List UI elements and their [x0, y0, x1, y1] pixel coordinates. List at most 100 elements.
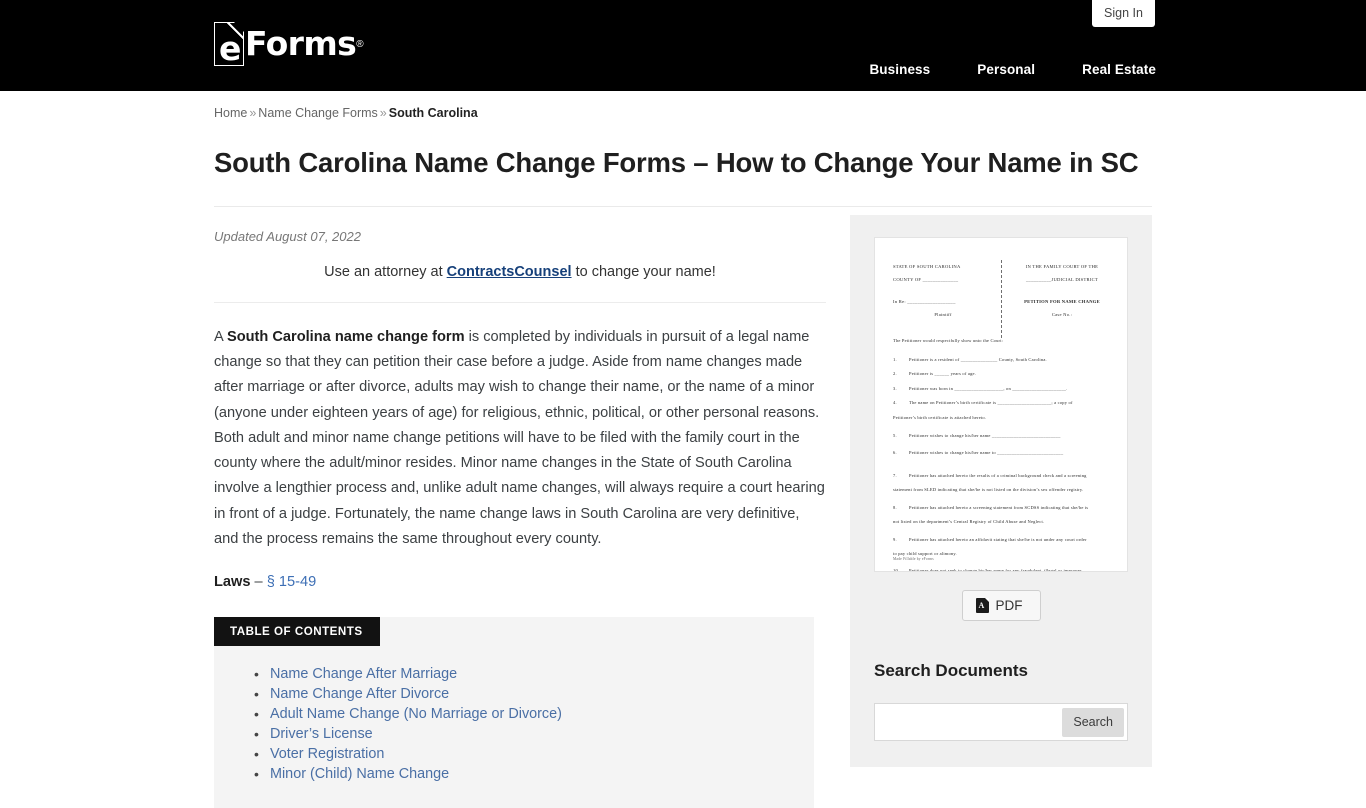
- paragraph-lead: A: [214, 328, 227, 345]
- site-header: Sign In e Forms ® Business Personal Real…: [0, 0, 1366, 91]
- contractscounsel-link[interactable]: ContractsCounsel: [447, 264, 572, 280]
- doc-item-number: 3.: [893, 385, 897, 391]
- list-item: Name Change After Divorce: [254, 684, 814, 704]
- search-submit-button[interactable]: Search: [1062, 707, 1124, 737]
- laws-line: Laws – § 15-49: [214, 552, 826, 595]
- doc-item-number: 6.: [893, 450, 897, 456]
- nav-item-business[interactable]: Business: [869, 62, 930, 77]
- toc-list: Name Change After Marriage Name Change A…: [214, 646, 814, 784]
- search-form: Search: [874, 702, 1128, 741]
- document-preview-thumbnail[interactable]: STATE OF SOUTH CAROLINA COUNTY OF ______…: [874, 236, 1128, 572]
- doc-item: 7. Petitioner has attached hereto the res…: [893, 470, 1109, 481]
- paragraph-rest: is completed by individuals in pursuit o…: [214, 328, 825, 547]
- doc-item: 4. The name on Petitioner’s birth certifi…: [893, 397, 1109, 408]
- breadcrumb-current: South Carolina: [388, 106, 478, 120]
- toc-link-name-change-after-marriage[interactable]: Name Change After Marriage: [270, 666, 457, 682]
- doc-item-text: Petitioner does not seek to change his/h…: [909, 568, 1082, 572]
- doc-item-text: Petitioner has attached hereto an affida…: [909, 536, 1087, 542]
- search-documents-section: Search Documents Search: [850, 638, 1152, 767]
- document-header-left: STATE OF SOUTH CAROLINA COUNTY OF ______…: [893, 260, 1001, 321]
- doc-item-continued: statement from SLED indicating that she/…: [893, 487, 1084, 493]
- nav-item-personal[interactable]: Personal: [977, 62, 1035, 77]
- doc-item-text: The name on Petitioner’s birth certifica…: [909, 400, 1073, 406]
- breadcrumb-name-change-forms[interactable]: Name Change Forms: [258, 106, 378, 120]
- doc-item-number: 10.: [893, 568, 900, 572]
- document-page-icon: e: [214, 21, 245, 68]
- doc-item: 1. Petitioner is a resident of __________…: [893, 354, 1109, 365]
- toc-link-minor-child-name-change[interactable]: Minor (Child) Name Change: [270, 766, 449, 782]
- doc-court-line: IN THE FAMILY COURT OF THE: [1025, 263, 1099, 269]
- sidebar: STATE OF SOUTH CAROLINA COUNTY OF ______…: [850, 207, 1152, 767]
- doc-item-number: 7.: [893, 472, 897, 478]
- doc-plaintiff-line: Plaintiff: [934, 311, 952, 317]
- eforms-logo[interactable]: e Forms ®: [214, 21, 364, 68]
- doc-item-text: Petitioner was born in _________________…: [909, 385, 1068, 391]
- doc-item-number: 1.: [893, 357, 897, 363]
- doc-item: 9. Petitioner has attached hereto an affi…: [893, 534, 1109, 545]
- main-column: Updated August 07, 2022 Use an attorney …: [214, 207, 826, 808]
- doc-item: 2. Petitioner is ______ years of age.: [893, 368, 1109, 379]
- document-header-divider: [1001, 259, 1002, 338]
- doc-item-text: Petitioner has attached hereto the resul…: [909, 472, 1087, 478]
- doc-spacer: [893, 286, 993, 295]
- document-footer-credit: Made Fillable by eForms: [893, 556, 934, 561]
- doc-item: 8. Petitioner has attached hereto a scree…: [893, 502, 1109, 513]
- toc-link-voter-registration[interactable]: Voter Registration: [270, 746, 384, 762]
- document-body: The Petitioner would respectfully show u…: [893, 335, 1109, 572]
- doc-item-text: Petitioner is ______ years of age.: [909, 371, 977, 377]
- sign-in-button[interactable]: Sign In: [1092, 0, 1155, 27]
- list-item: Name Change After Marriage: [254, 664, 814, 684]
- pdf-download-button[interactable]: A PDF: [961, 589, 1041, 621]
- breadcrumb-separator: »: [249, 106, 257, 120]
- logo-letter-e: e: [219, 29, 241, 68]
- doc-district-line: __________JUDICIAL DISTRICT: [1025, 276, 1099, 282]
- page-title: South Carolina Name Change Forms – How t…: [214, 147, 1139, 178]
- doc-item: 3. Petitioner was born in _______________…: [893, 383, 1109, 394]
- content-columns: Updated August 07, 2022 Use an attorney …: [214, 207, 1152, 808]
- page-body: Home» Name Change Forms» South Carolina So…: [0, 91, 1366, 808]
- breadcrumb: Home» Name Change Forms» South Carolina: [214, 91, 1366, 120]
- doc-in-re-line: In Re: ___________________: [893, 298, 956, 304]
- doc-item-number: 4.: [893, 400, 897, 406]
- doc-county-line: COUNTY OF ______________: [893, 276, 959, 282]
- doc-case-no: Case No.:: [1051, 311, 1073, 317]
- list-item: Driver’s License: [254, 724, 814, 744]
- doc-item-continued: not listed on the department’s Central R…: [893, 519, 1045, 525]
- toc-link-drivers-license[interactable]: Driver’s License: [270, 726, 373, 742]
- doc-item-text: Petitioner is a resident of ____________…: [909, 357, 1047, 363]
- pdf-file-icon: A: [975, 597, 989, 613]
- document-preview-page: STATE OF SOUTH CAROLINA COUNTY OF ______…: [875, 238, 1127, 571]
- toc-heading: TABLE OF CONTENTS: [214, 617, 380, 647]
- laws-statute-link[interactable]: § 15-49: [267, 574, 317, 590]
- logo-wordmark: Forms: [245, 24, 357, 63]
- toc-link-name-change-after-divorce[interactable]: Name Change After Divorce: [270, 686, 449, 702]
- main-navigation: Business Personal Real Estate: [869, 62, 1156, 77]
- doc-item-number: 5.: [893, 433, 897, 439]
- list-item: Adult Name Change (No Marriage or Divorc…: [254, 704, 814, 724]
- nav-item-real-estate[interactable]: Real Estate: [1082, 62, 1156, 77]
- document-preview-panel: STATE OF SOUTH CAROLINA COUNTY OF ______…: [850, 214, 1152, 639]
- search-documents-heading: Search Documents: [874, 660, 1028, 680]
- updated-date: Updated August 07, 2022: [214, 228, 361, 244]
- list-item: Voter Registration: [254, 744, 814, 764]
- doc-item-text: Petitioner wishes to change his/her name…: [909, 450, 1064, 456]
- attorney-promo: Use an attorney at ContractsCounsel to c…: [214, 244, 826, 280]
- table-of-contents: TABLE OF CONTENTS Name Change After Marr…: [214, 617, 814, 808]
- pdf-download-row: A PDF: [874, 572, 1128, 621]
- doc-state-line: STATE OF SOUTH CAROLINA: [893, 263, 961, 269]
- document-header: STATE OF SOUTH CAROLINA COUNTY OF ______…: [893, 259, 1109, 338]
- doc-item-number: 8.: [893, 504, 897, 510]
- laws-label: Laws: [214, 574, 251, 591]
- toc-link-adult-name-change[interactable]: Adult Name Change (No Marriage or Divorc…: [270, 706, 562, 722]
- doc-petition-title: PETITION FOR NAME CHANGE: [1024, 298, 1100, 304]
- attorney-promo-after: to change your name!: [571, 263, 716, 280]
- list-item: Minor (Child) Name Change: [254, 764, 814, 784]
- pdf-button-label: PDF: [995, 597, 1023, 613]
- doc-spacer-2: [1015, 286, 1109, 295]
- doc-item-text: Petitioner wishes to change his/her name…: [909, 433, 1061, 439]
- breadcrumb-home[interactable]: Home: [214, 106, 247, 120]
- doc-item-number: 2.: [893, 371, 897, 377]
- doc-item-number: 9.: [893, 536, 897, 542]
- breadcrumb-separator-2: »: [379, 106, 387, 120]
- doc-item-text: Petitioner has attached hereto a screeni…: [909, 504, 1089, 510]
